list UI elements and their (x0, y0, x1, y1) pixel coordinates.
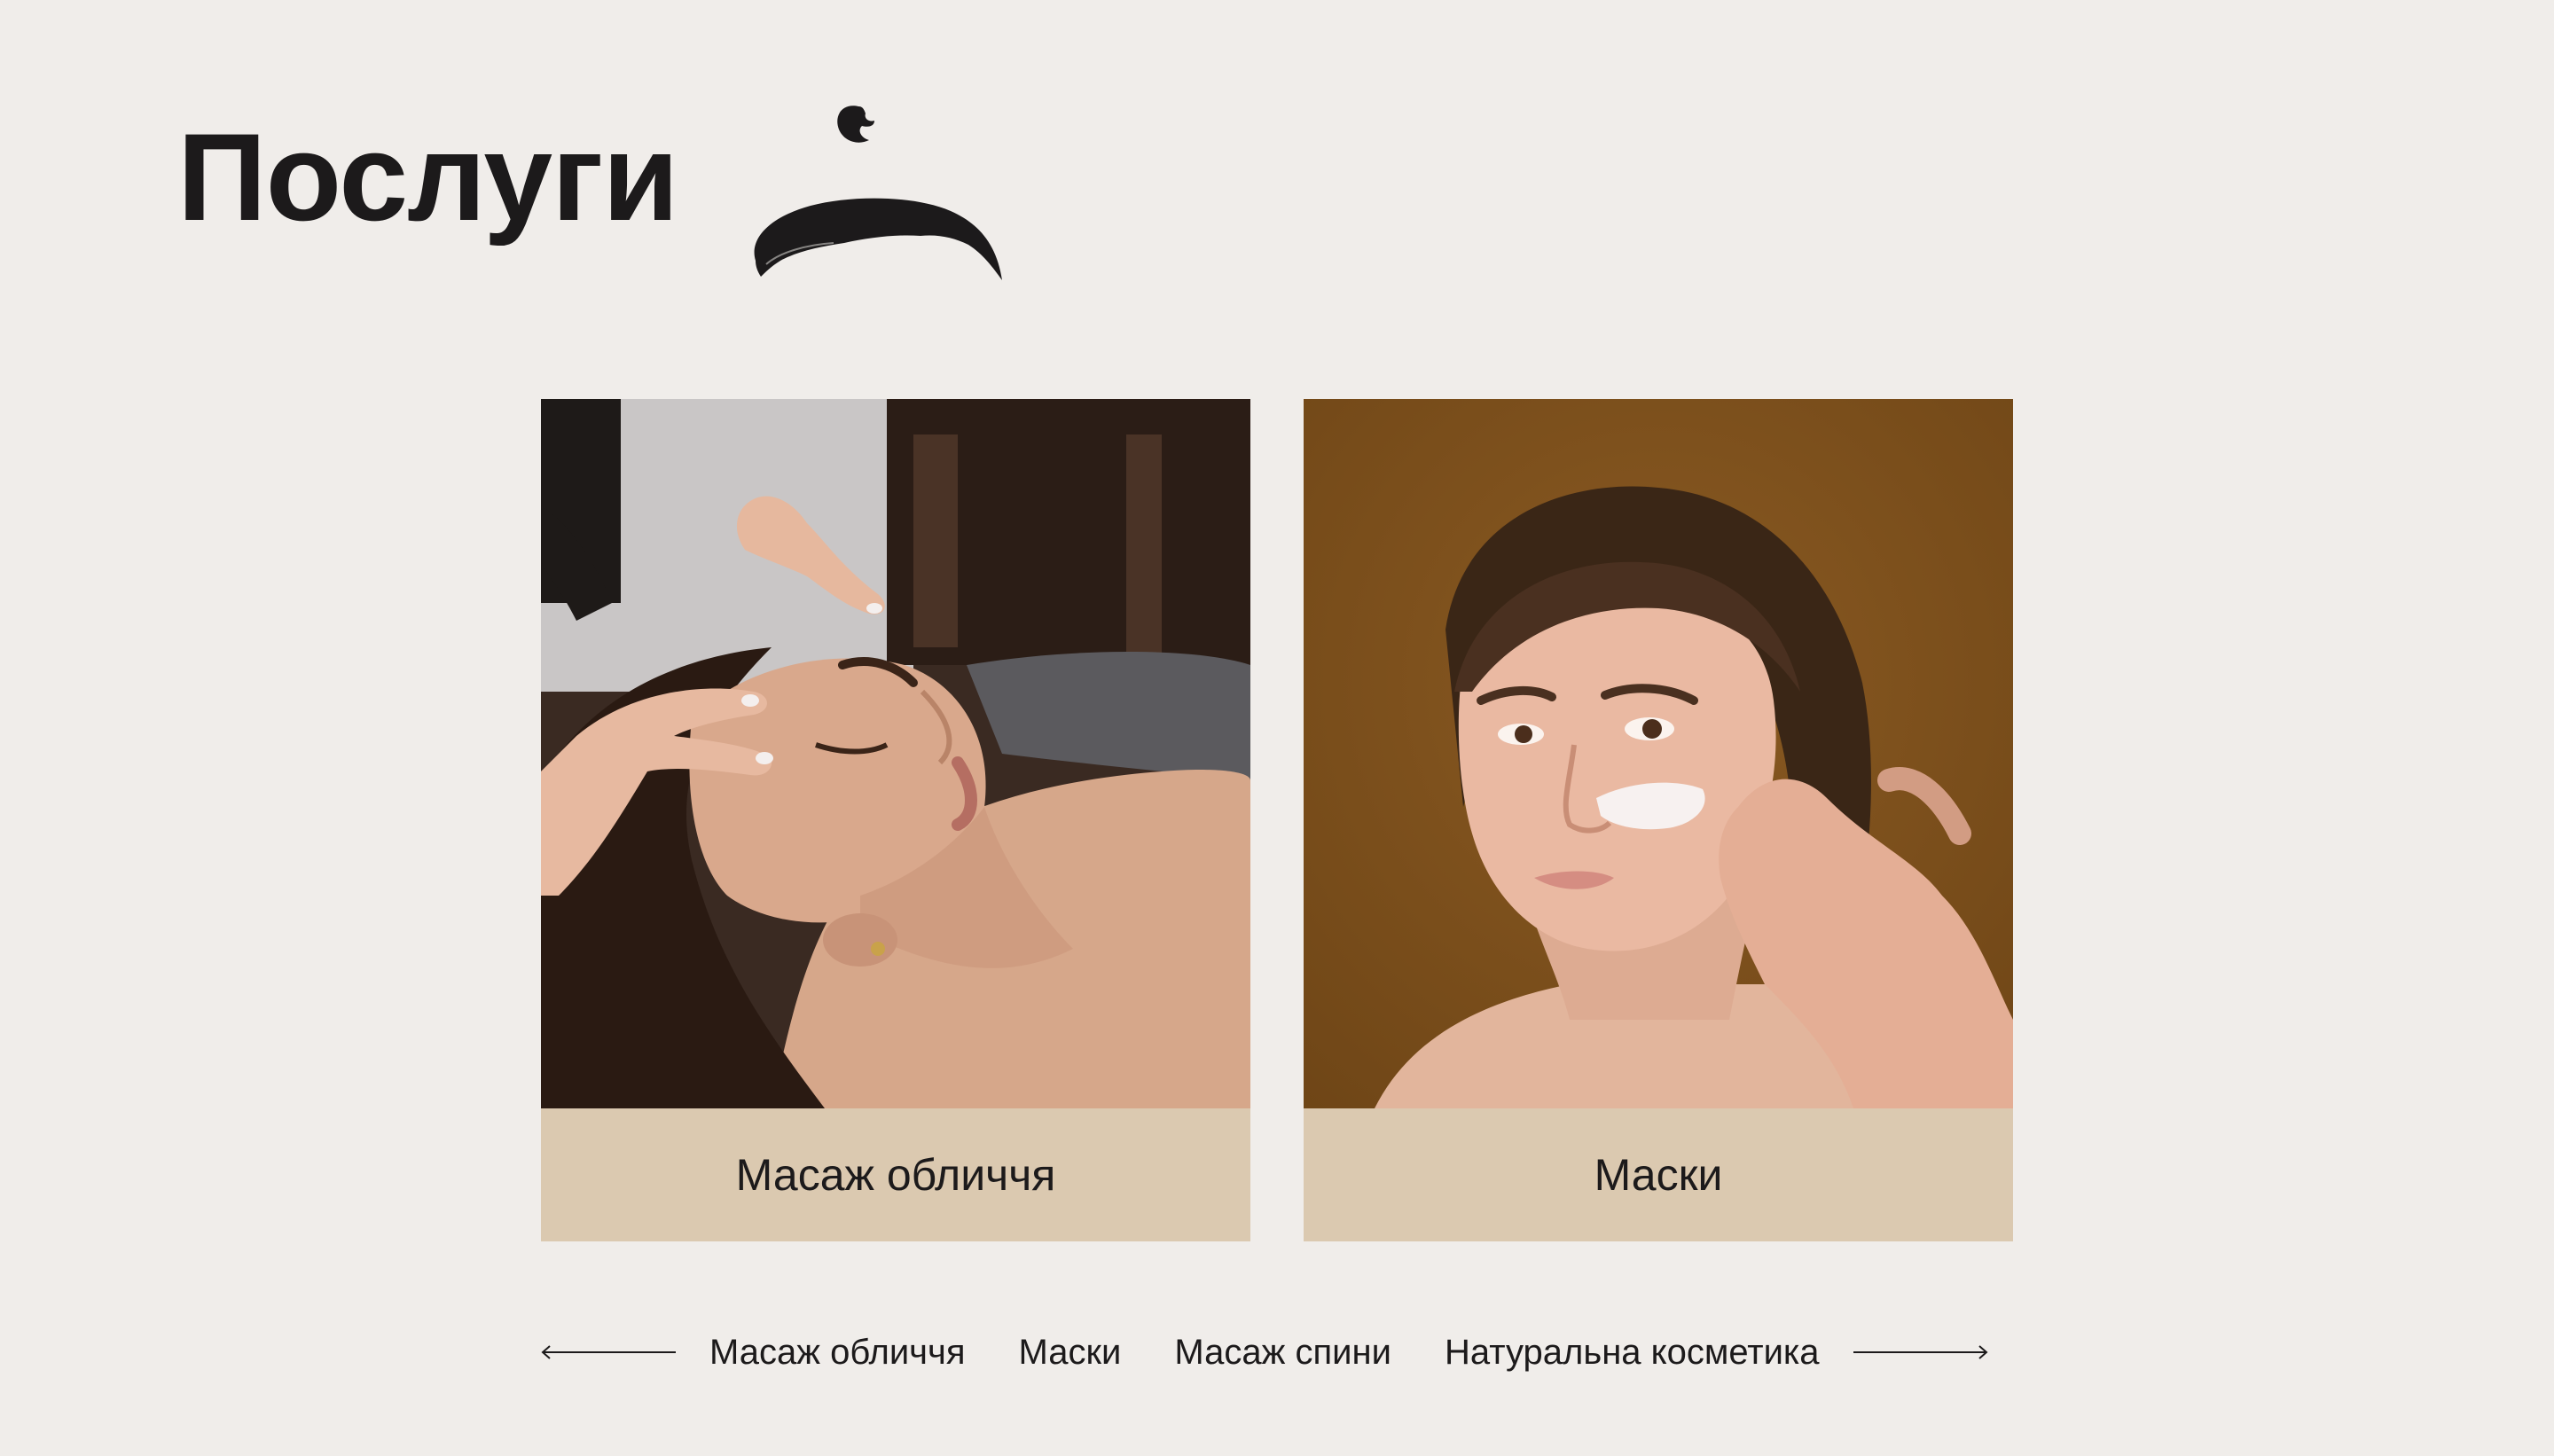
arrow-left-icon[interactable] (541, 1343, 678, 1361)
card-label: Масаж обличчя (735, 1150, 1056, 1200)
service-card-masks[interactable]: Маски (1304, 399, 2013, 1241)
nav-item-masks[interactable]: Маски (1019, 1333, 1122, 1373)
face-massage-photo (541, 399, 1250, 1108)
nav-item-natural-cosmetics[interactable]: Натуральна косметика (1445, 1333, 1820, 1373)
services-nav: Масаж обличчя Маски Масаж спини Натураль… (541, 1328, 2013, 1376)
arrow-right-icon[interactable] (1852, 1343, 1988, 1361)
page-title: Послуги (177, 107, 678, 247)
service-card-face-massage[interactable]: Масаж обличчя (541, 399, 1250, 1241)
nav-item-back-massage[interactable]: Масаж спини (1174, 1333, 1391, 1373)
services-page: Послуги Масаж обличчя Маски Масаж обличч… (0, 0, 2554, 1456)
nav-item-face-massage[interactable]: Масаж обличчя (709, 1333, 966, 1373)
face-mask-photo (1304, 399, 2013, 1108)
service-cards: Масаж обличчя Маски (541, 399, 2013, 1241)
brush-logo-icon (754, 106, 1002, 280)
card-label: Маски (1594, 1150, 1723, 1200)
